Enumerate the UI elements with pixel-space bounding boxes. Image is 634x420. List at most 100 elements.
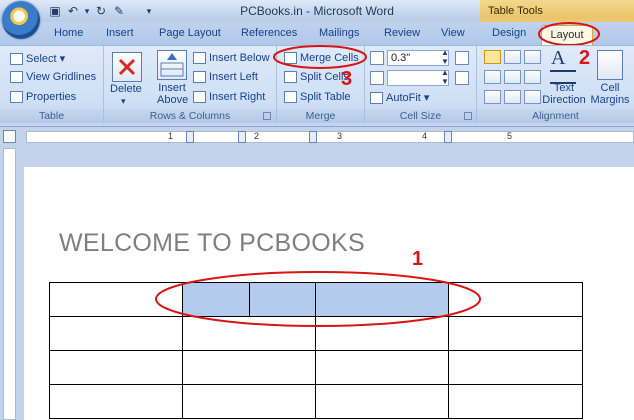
text-direction-button[interactable]: Text Direction (542, 82, 586, 106)
group-label-rows-columns: Rows & Columns (104, 109, 276, 123)
cell-margins-button[interactable]: Cell Margins (588, 82, 632, 106)
insert-below-icon (193, 52, 206, 65)
ruler-number: 4 (422, 131, 428, 141)
column-width-icon (370, 71, 384, 85)
column-width-input[interactable] (387, 70, 449, 86)
column-marker-icon[interactable] (444, 131, 452, 143)
delete-button[interactable]: Delete (110, 83, 142, 95)
table-cell[interactable] (448, 350, 583, 385)
distribute-rows-icon[interactable] (455, 51, 469, 65)
table-cell[interactable] (49, 350, 183, 385)
split-table-icon (284, 91, 297, 104)
table-cell[interactable] (448, 384, 583, 419)
ruler-number: 5 (507, 131, 513, 141)
group-label-merge: Merge (277, 109, 364, 123)
gridlines-icon (10, 71, 23, 84)
annotation-number-3: 3 (341, 68, 353, 90)
properties-button[interactable]: Properties (10, 91, 77, 104)
text-direction-label-1: Text (553, 82, 575, 94)
text-direction-icon[interactable]: A (551, 47, 565, 70)
group-label-table: Table (0, 109, 103, 123)
row-height-icon (370, 51, 384, 65)
tab-design[interactable]: Design (492, 27, 526, 39)
cell-margins-label-2: Margins (590, 94, 630, 106)
delete-dropdown-icon[interactable]: ▾ (121, 96, 126, 107)
view-gridlines-button[interactable]: View Gridlines (10, 71, 97, 84)
align-top-left-icon[interactable] (484, 50, 501, 64)
properties-label: Properties (26, 91, 77, 103)
align-top-center-icon[interactable] (504, 50, 521, 64)
column-marker-icon[interactable] (309, 131, 317, 143)
annotation-number-1: 1 (412, 248, 424, 270)
split-table-button[interactable]: Split Table (284, 91, 351, 104)
autofit-icon (370, 92, 383, 105)
split-cells-icon (284, 71, 297, 84)
tab-references[interactable]: References (241, 27, 297, 39)
vertical-ruler[interactable] (3, 148, 16, 420)
insert-right-button[interactable]: Insert Right (193, 91, 266, 104)
table-cell[interactable] (182, 350, 316, 385)
autofit-label: AutoFit (386, 92, 421, 104)
insert-right-label: Insert Right (209, 91, 266, 103)
select-button[interactable]: Select ▾ (10, 52, 65, 66)
align-center-right-icon[interactable] (524, 70, 541, 84)
group-label-alignment: Alignment (477, 109, 634, 123)
annotation-circle-selected-cells (155, 271, 481, 327)
table-cell[interactable] (49, 384, 183, 419)
insert-right-icon (193, 91, 206, 104)
align-bottom-left-icon[interactable] (484, 90, 501, 104)
rows-columns-dialog-launcher-icon[interactable] (263, 112, 271, 120)
tab-insert[interactable]: Insert (106, 27, 134, 39)
split-table-label: Split Table (300, 91, 351, 103)
tab-mailings[interactable]: Mailings (319, 27, 359, 39)
split-cells-button[interactable]: Split Cells (284, 71, 349, 84)
annotation-circle-merge-cells (273, 45, 367, 69)
cell-margins-icon[interactable] (597, 50, 623, 80)
table-cell[interactable] (315, 350, 449, 385)
contextual-tab-group-label: Table Tools (488, 5, 543, 17)
align-top-right-icon[interactable] (524, 50, 541, 64)
tab-selector-icon[interactable] (3, 130, 16, 143)
cell-size-dialog-launcher-icon[interactable] (464, 112, 472, 120)
select-icon (10, 53, 23, 66)
table-cell[interactable] (182, 384, 316, 419)
distribute-columns-icon[interactable] (455, 71, 469, 85)
align-center-left-icon[interactable] (484, 70, 501, 84)
row-height-spinner-icon[interactable]: ▲ ▼ (441, 48, 449, 66)
align-bottom-center-icon[interactable] (504, 90, 521, 104)
delete-label: Delete (110, 83, 142, 95)
autofit-button[interactable]: AutoFit ▾ (370, 91, 429, 105)
properties-icon (10, 91, 23, 104)
text-direction-label-2: Direction (542, 94, 586, 106)
align-center-icon[interactable] (504, 70, 521, 84)
view-gridlines-label: View Gridlines (26, 71, 97, 83)
insert-left-button[interactable]: Insert Left (193, 71, 258, 84)
column-width-spinner-icon[interactable]: ▲ ▼ (441, 68, 449, 86)
tab-page-layout[interactable]: Page Layout (159, 27, 221, 39)
align-bottom-right-icon[interactable] (524, 90, 541, 104)
document-heading[interactable]: WELCOME TO PCBOOKS (59, 229, 365, 258)
delete-icon[interactable] (112, 52, 142, 82)
annotation-circle-layout (538, 22, 600, 46)
table-cell[interactable] (315, 384, 449, 419)
insert-above-label-2: Above (157, 94, 189, 106)
office-button[interactable] (2, 1, 40, 39)
tab-view[interactable]: View (441, 27, 465, 39)
insert-above-icon[interactable] (157, 50, 187, 80)
insert-left-label: Insert Left (209, 71, 258, 83)
row-height-input[interactable]: 0.3" (387, 50, 449, 66)
insert-above-button[interactable]: Insert Above (157, 82, 189, 106)
column-marker-icon[interactable] (186, 131, 194, 143)
tab-review[interactable]: Review (384, 27, 420, 39)
insert-above-label-1: Insert (158, 82, 186, 94)
cell-margins-label-1: Cell (600, 82, 620, 94)
group-label-cell-size: Cell Size (365, 109, 476, 123)
column-marker-icon[interactable] (238, 131, 246, 143)
insert-below-button[interactable]: Insert Below (193, 52, 270, 65)
select-label: Select (26, 53, 57, 65)
tab-home[interactable]: Home (54, 27, 83, 39)
ruler-number: 2 (254, 131, 260, 141)
horizontal-ruler[interactable] (26, 131, 634, 143)
insert-below-label: Insert Below (209, 52, 270, 64)
ruler-number: 1 (168, 131, 174, 141)
